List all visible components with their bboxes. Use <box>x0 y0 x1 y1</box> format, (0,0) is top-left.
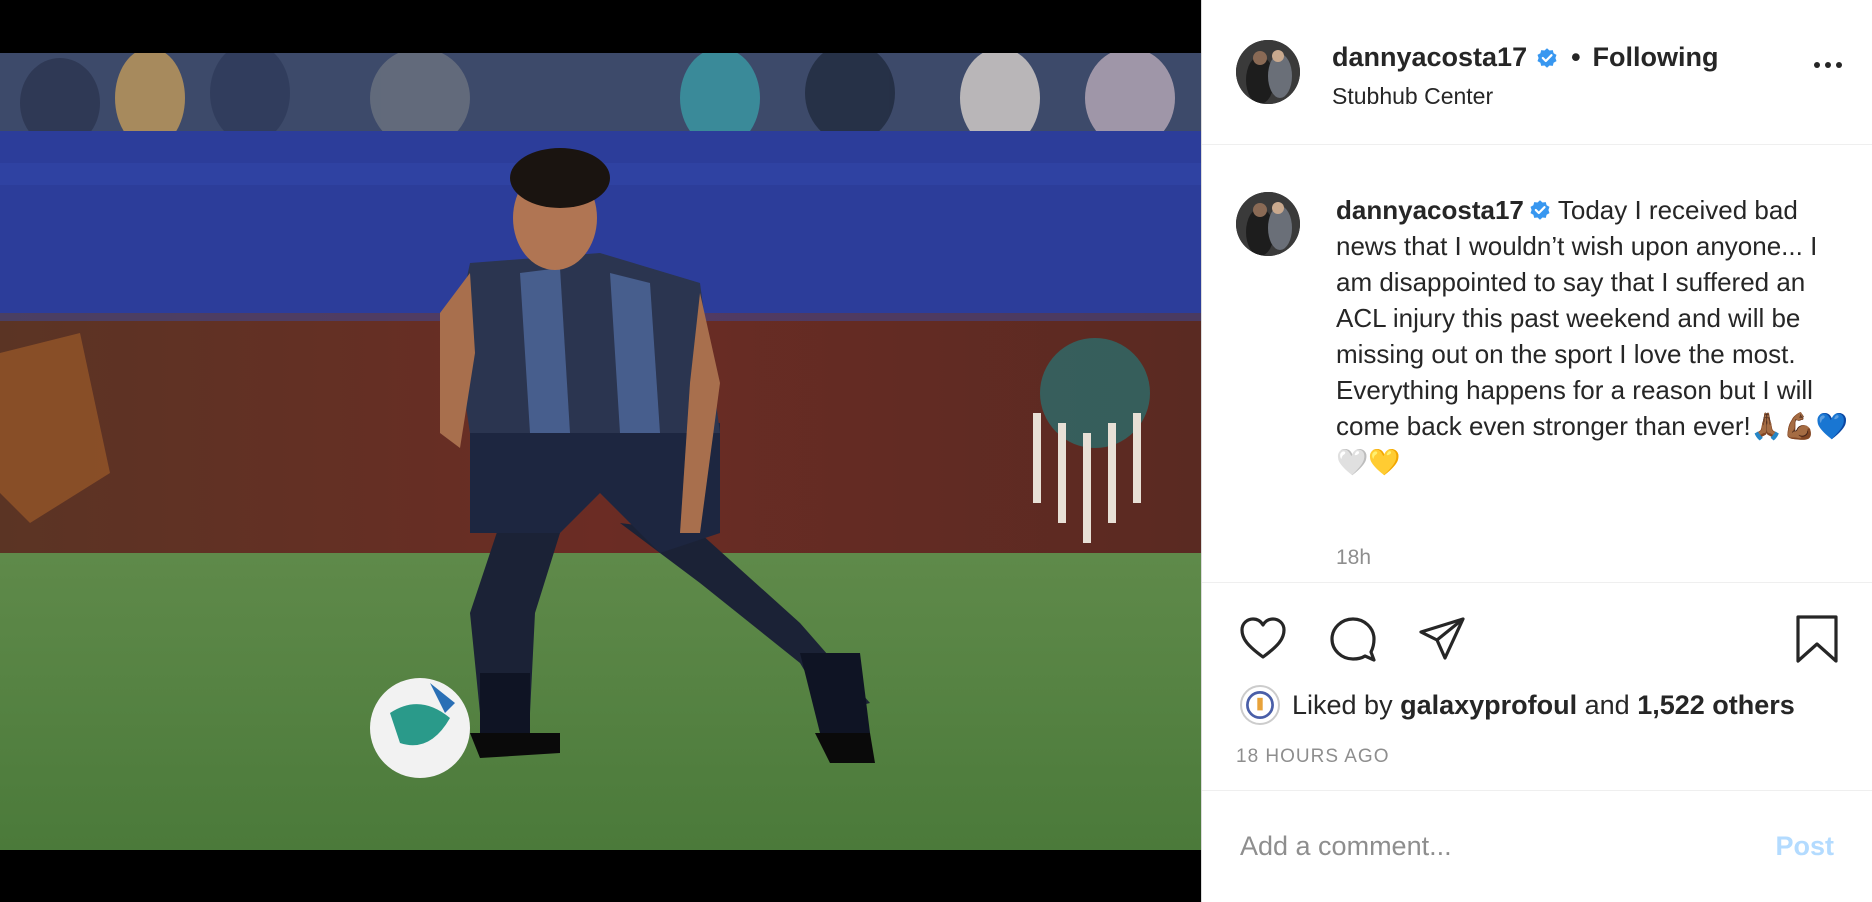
author-avatar[interactable] <box>1236 40 1300 104</box>
post-header: dannyacosta17 • Following Stubhub Center <box>1202 0 1872 145</box>
post-location[interactable]: Stubhub Center <box>1332 83 1493 110</box>
verified-badge-icon <box>1537 47 1557 68</box>
post-details-panel: dannyacosta17 • Following Stubhub Center <box>1201 0 1872 902</box>
comment-box: Post <box>1202 790 1872 902</box>
liked-by-label: Liked by <box>1292 689 1393 720</box>
likes-count[interactable]: 1,522 others <box>1637 690 1795 721</box>
liker-username[interactable]: galaxyprofoul <box>1400 690 1577 721</box>
more-dot <box>1814 62 1820 68</box>
more-dot <box>1825 62 1831 68</box>
caption-username[interactable]: dannyacosta17 <box>1336 195 1524 225</box>
comment-icon[interactable] <box>1328 614 1378 664</box>
post-caption: dannyacosta17 Today I received bad news … <box>1336 192 1856 480</box>
send-icon[interactable] <box>1417 614 1467 664</box>
caption-author-avatar[interactable] <box>1236 192 1300 256</box>
action-bar <box>1202 584 1872 694</box>
more-dot <box>1836 62 1842 68</box>
instagram-post-modal: dannyacosta17 • Following Stubhub Center <box>0 0 1872 902</box>
post-photo[interactable] <box>0 53 1201 850</box>
caption-text: Today I received bad news that I wouldn’… <box>1336 195 1848 477</box>
likes-line: Liked by galaxyprofoul and 1,522 others <box>1240 683 1795 727</box>
verified-badge-icon <box>1530 200 1550 220</box>
post-timestamp[interactable]: 18 HOURS AGO <box>1236 746 1390 768</box>
following-button[interactable]: Following <box>1593 42 1719 73</box>
separator-dot: • <box>1571 42 1581 72</box>
bookmark-icon[interactable] <box>1792 614 1842 664</box>
caption-section: dannyacosta17 Today I received bad news … <box>1202 146 1872 583</box>
caption-time[interactable]: 18h <box>1336 546 1371 570</box>
author-username[interactable]: dannyacosta17 <box>1332 42 1527 73</box>
post-comment-button[interactable]: Post <box>1775 831 1834 862</box>
liker-avatar[interactable] <box>1240 685 1280 725</box>
comment-input[interactable] <box>1240 831 1740 862</box>
soccer-player-photo <box>0 53 1201 850</box>
author-line: dannyacosta17 • Following <box>1332 42 1719 73</box>
more-options-icon[interactable] <box>1814 62 1842 68</box>
heart-icon[interactable] <box>1238 614 1288 664</box>
post-media-area <box>0 0 1201 902</box>
likes-conjunction: and <box>1584 689 1630 720</box>
